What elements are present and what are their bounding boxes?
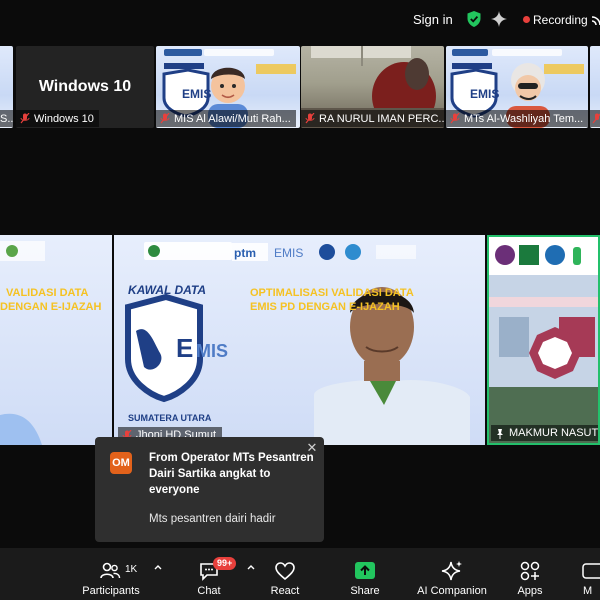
chat-unread-badge: 99+: [213, 557, 237, 570]
sign-in-link[interactable]: Sign in: [413, 12, 453, 27]
ai-sparkle-icon: [441, 561, 462, 581]
security-shield-icon[interactable]: [466, 10, 482, 28]
svg-text:MIS: MIS: [196, 341, 228, 361]
chat-label: Chat: [197, 585, 221, 597]
svg-text:E: E: [176, 333, 193, 363]
toast-title: From Operator MTs Pesantren Dairi Sartik…: [149, 452, 314, 496]
slide-headline-line-2: EMIS PD DENGAN E-IJAZAH: [250, 301, 400, 313]
participant-name-tag: MTs Al-Washliyah Tem...: [446, 110, 588, 127]
mic-muted-icon: [20, 113, 30, 124]
recording-dot-icon: [523, 16, 530, 23]
svg-text:EMIS: EMIS: [470, 87, 499, 101]
share-button[interactable]: Share: [330, 548, 400, 600]
chat-notification-toast[interactable]: OM From Operator MTs Pesantren Dairi Sar…: [95, 437, 324, 542]
participant-name: S..: [0, 112, 13, 125]
participant-name: MIS Al Alawi/Muti Rah...: [174, 112, 291, 125]
participants-label: Participants: [82, 585, 140, 597]
participant-name-tag: MAKMUR NASUTI...: [491, 425, 599, 441]
top-bar: Sign in Recording: [0, 0, 600, 40]
participant-tile-5[interactable]: EMIS MTs Al-Washliyah Tem...: [446, 46, 588, 128]
sender-avatar: OM: [110, 452, 132, 474]
participant-tile-6[interactable]: [590, 46, 600, 128]
participants-count: 1K: [125, 564, 138, 575]
cast-icon[interactable]: [591, 12, 600, 26]
video-off-placeholder: Windows 10: [38, 78, 132, 95]
meeting-window: Sign in Recording S.. Windows 10 Windows…: [0, 0, 600, 600]
apps-button[interactable]: Apps: [495, 548, 565, 600]
share-screen-icon: [355, 562, 375, 579]
participant-name: MAKMUR NASUTI...: [509, 427, 599, 439]
slide-sumatera-utara: SUMATERA UTARA: [128, 413, 212, 423]
participant-name-tag: Windows 10: [16, 110, 99, 127]
stage-tile-left[interactable]: VALIDASI DATA DENGAN E-IJAZAH: [0, 235, 112, 445]
svg-text:EMIS: EMIS: [274, 246, 303, 260]
participant-tile-4[interactable]: RA NURUL IMAN PERC...: [301, 46, 444, 128]
ai-sparkle-icon[interactable]: [491, 11, 507, 27]
participant-name-tag: RA NURUL IMAN PERC...: [301, 110, 444, 127]
more-icon: [582, 563, 600, 579]
ai-companion-button[interactable]: AI Companion: [410, 548, 494, 600]
participants-button[interactable]: 1K Participants: [76, 548, 146, 600]
stage-tile-right[interactable]: MAKMUR NASUTI...: [487, 235, 600, 445]
mic-muted-icon: [592, 113, 600, 124]
mic-muted-icon: [450, 113, 460, 124]
slide-headline-line-1: OPTIMALISASI VALIDASI DATA: [250, 287, 414, 299]
toast-message: Mts pesantren dairi hadir: [149, 513, 276, 525]
participant-name-tag: [590, 110, 600, 127]
participant-name: MTs Al-Washliyah Tem...: [464, 112, 584, 125]
participant-name-tag: MIS Al Alawi/Muti Rah...: [156, 110, 296, 127]
chat-button[interactable]: 99+ Chat: [174, 548, 244, 600]
slide-background: [0, 241, 45, 445]
svg-text:ptm: ptm: [234, 246, 256, 260]
svg-text:EMIS: EMIS: [182, 87, 211, 101]
slide-headline-line-1: VALIDASI DATA: [6, 287, 89, 299]
participant-tile-1[interactable]: S..: [0, 46, 13, 128]
participants-icon: [100, 562, 121, 579]
participant-name: RA NURUL IMAN PERC...: [319, 112, 444, 125]
participant-tile-3[interactable]: EMIS MIS Al Alawi/Muti Rah...: [156, 46, 300, 128]
react-button[interactable]: React: [250, 548, 320, 600]
apps-icon: [520, 561, 540, 581]
share-label: Share: [350, 585, 380, 597]
mic-muted-icon: [160, 113, 170, 124]
participant-name-tag: S..: [0, 110, 13, 127]
pin-icon: [497, 428, 503, 439]
participant-tile-2[interactable]: Windows 10 Windows 10: [16, 46, 154, 128]
mic-muted-icon: [305, 113, 315, 124]
slide-kawal-data: KAWAL DATA: [128, 283, 206, 297]
ai-companion-label: AI Companion: [417, 585, 487, 597]
recording-label[interactable]: Recording: [533, 13, 588, 27]
more-label: M: [583, 585, 593, 597]
chevron-up-icon[interactable]: [153, 562, 163, 572]
more-button[interactable]: M: [575, 548, 600, 600]
meeting-toolbar: 1K Participants 99+ Chat React Share AI …: [0, 548, 600, 600]
react-label: React: [270, 585, 300, 597]
stage-tile-active-speaker[interactable]: ptm EMIS E MIS KAWAL DATA OPTIMALISASI V…: [114, 235, 485, 445]
halal-building-video: [489, 237, 598, 443]
slide-headline-line-2: DENGAN E-IJAZAH: [0, 301, 102, 313]
apps-label: Apps: [517, 585, 543, 597]
close-icon[interactable]: ✕: [305, 441, 319, 455]
participant-name: Windows 10: [34, 112, 94, 125]
heart-icon: [275, 562, 295, 581]
